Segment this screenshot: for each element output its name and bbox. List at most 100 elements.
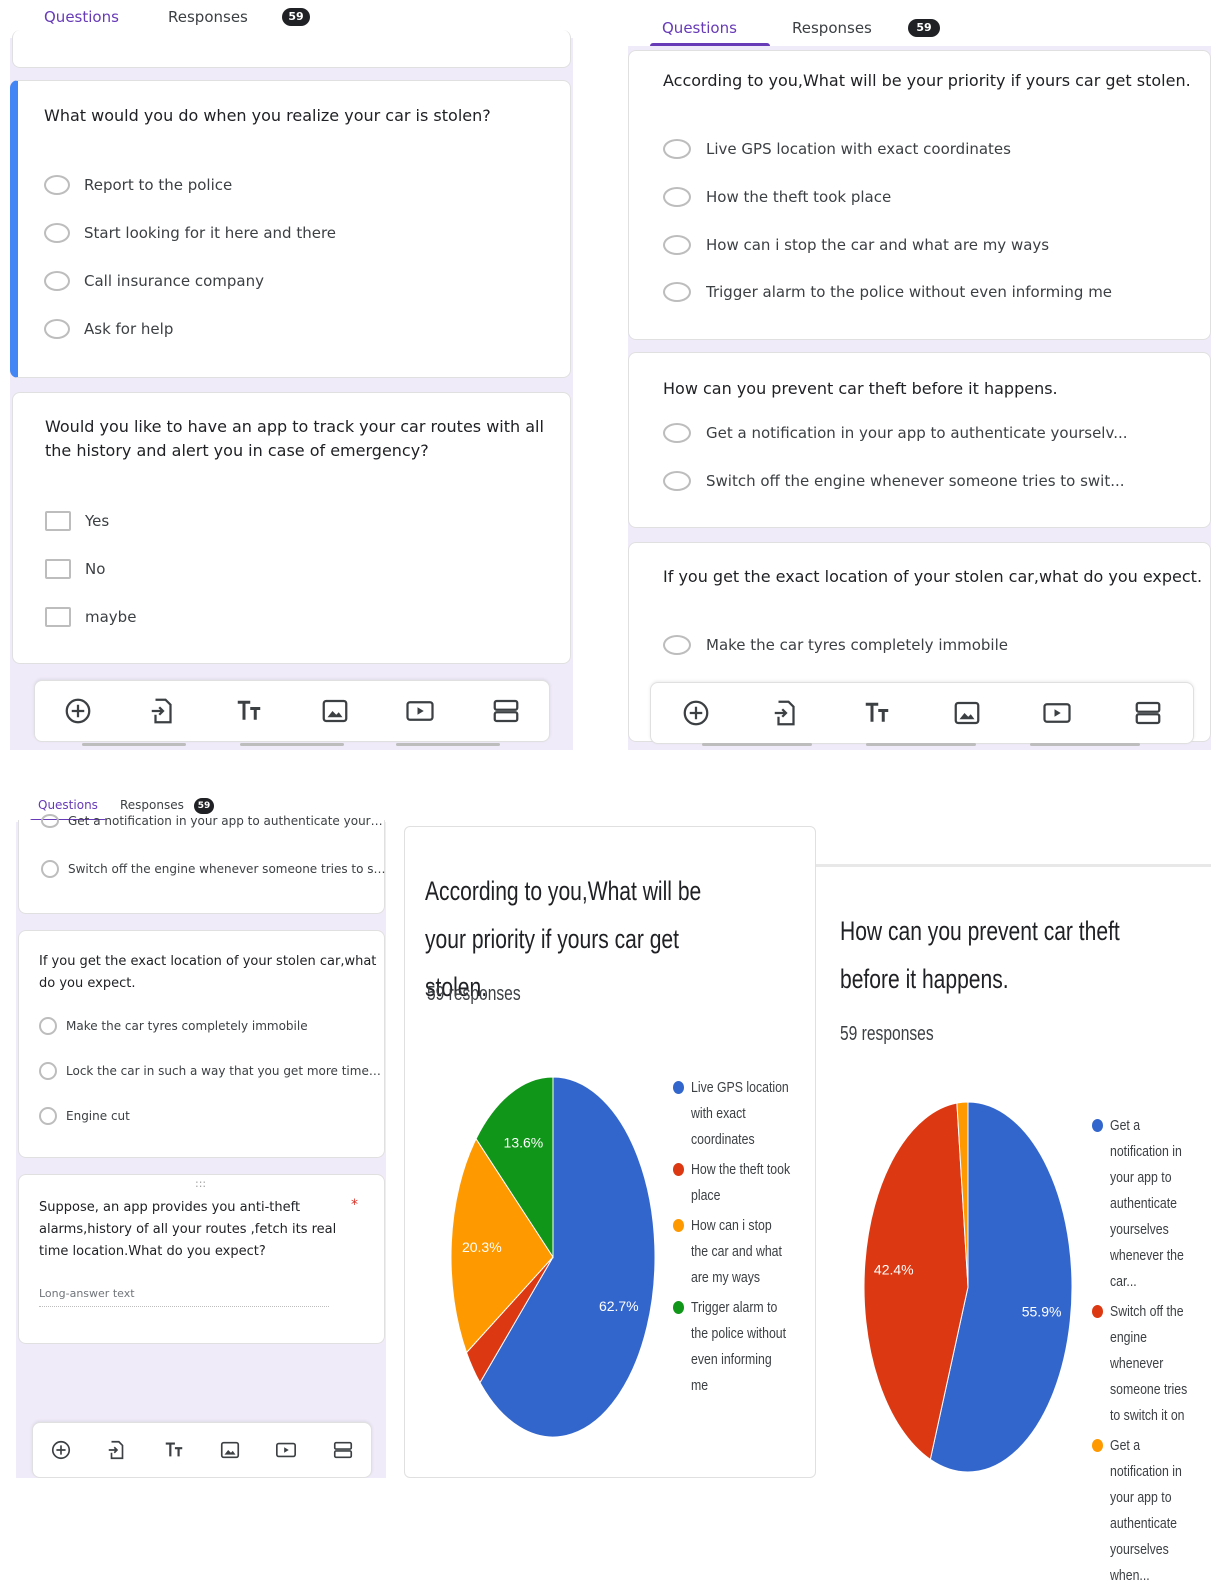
add-question-icon[interactable] — [63, 696, 93, 726]
responses-count-badge: 59 — [194, 798, 214, 814]
checkbox[interactable] — [45, 607, 71, 627]
question-card-prevent-partial[interactable]: Get a notification in your app to authen… — [18, 814, 386, 914]
import-questions-icon[interactable] — [771, 698, 801, 728]
form-editor-panel-2: Questions Responses 59 According to you,… — [628, 0, 1211, 750]
chart-subtitle: 59 responses — [840, 1023, 934, 1045]
radio-option[interactable]: Live GPS location with exact coordinates — [663, 139, 1011, 159]
radio-button[interactable] — [663, 282, 691, 302]
long-answer-placeholder[interactable]: Long-answer text — [39, 1287, 329, 1307]
radio-button[interactable] — [663, 139, 691, 159]
legend-swatch — [673, 1219, 684, 1232]
legend-item[interactable]: Live GPS location with exact coordinates — [673, 1075, 813, 1153]
radio-option[interactable]: Switch off the engine whenever someone t… — [41, 860, 386, 878]
radio-option[interactable]: Ask for help — [44, 319, 173, 339]
legend-label: Get a notification in your app to authen… — [1110, 1437, 1182, 1584]
import-questions-icon[interactable] — [148, 696, 178, 726]
question-card-priority[interactable]: According to you,What will be your prior… — [628, 50, 1211, 340]
question-card-anti-theft-app[interactable]: ::: Suppose, an app provides you anti-th… — [18, 1174, 385, 1344]
radio-button[interactable] — [44, 271, 70, 291]
radio-button[interactable] — [44, 175, 70, 195]
radio-option[interactable]: Get a notification in your app to authen… — [663, 423, 1128, 443]
radio-option[interactable]: Make the car tyres completely immobile — [663, 635, 1008, 655]
radio-option[interactable]: Report to the police — [44, 175, 232, 195]
drag-handle-icon[interactable]: ::: — [195, 1177, 206, 1190]
radio-button[interactable] — [663, 187, 691, 207]
chart-legend: Live GPS location with exact coordinates… — [673, 1075, 813, 1403]
add-image-icon[interactable] — [219, 1439, 241, 1461]
add-image-icon[interactable] — [320, 696, 350, 726]
tab-responses[interactable]: Responses — [168, 8, 248, 26]
add-title-icon[interactable] — [862, 698, 892, 728]
legend-item[interactable]: Get a notification in your app to authen… — [1092, 1433, 1210, 1589]
tab-responses[interactable]: Responses — [792, 19, 872, 37]
legend-item[interactable]: Get a notification in your app to authen… — [1092, 1113, 1210, 1295]
scroll-indicator — [82, 743, 186, 746]
legend-label: How can i stop the car and what are my w… — [691, 1217, 782, 1286]
previous-question-card — [12, 30, 571, 68]
radio-option[interactable]: Trigger alarm to the police without even… — [663, 282, 1112, 302]
radio-button[interactable] — [663, 423, 691, 443]
radio-option[interactable]: Call insurance company — [44, 271, 264, 291]
checkbox-option[interactable]: No — [45, 559, 105, 579]
radio-button[interactable] — [663, 471, 691, 491]
add-section-icon[interactable] — [1133, 698, 1163, 728]
add-question-icon[interactable] — [681, 698, 711, 728]
radio-option[interactable]: Lock the car in such a way that you get … — [39, 1062, 384, 1080]
radio-option[interactable]: Start looking for it here and there — [44, 223, 336, 243]
radio-option[interactable]: How the theft took place — [663, 187, 891, 207]
add-video-icon[interactable] — [275, 1439, 297, 1461]
radio-button[interactable] — [39, 1107, 57, 1125]
checkbox[interactable] — [45, 559, 71, 579]
add-title-icon[interactable] — [234, 696, 264, 726]
legend-swatch — [1092, 1305, 1103, 1318]
checkbox[interactable] — [45, 511, 71, 531]
legend-label: Get a notification in your app to authen… — [1110, 1117, 1184, 1290]
import-questions-icon[interactable] — [106, 1439, 128, 1461]
radio-button[interactable] — [663, 235, 691, 255]
bottom-toolbar — [650, 682, 1194, 744]
tab-questions[interactable]: Questions — [44, 8, 119, 26]
question-card-track-app[interactable]: Would you like to have an app to track y… — [12, 392, 571, 664]
checkbox-option[interactable]: Yes — [45, 511, 109, 531]
radio-button[interactable] — [41, 814, 59, 828]
slice-label: 55.9% — [1022, 1304, 1062, 1320]
add-section-icon[interactable] — [491, 696, 521, 726]
radio-option[interactable]: Switch off the engine whenever someone t… — [663, 471, 1125, 491]
radio-button[interactable] — [41, 860, 59, 878]
add-section-icon[interactable] — [332, 1439, 354, 1461]
legend-swatch — [673, 1301, 684, 1314]
add-question-icon[interactable] — [50, 1439, 72, 1461]
tab-responses[interactable]: Responses — [120, 798, 184, 812]
radio-button[interactable] — [663, 635, 691, 655]
radio-option[interactable]: Engine cut — [39, 1107, 130, 1125]
form-editor-panel-1: Questions Responses 59 What would you do… — [10, 0, 573, 750]
tab-questions[interactable]: Questions — [662, 19, 737, 37]
add-image-icon[interactable] — [952, 698, 982, 728]
radio-option[interactable]: Get a notification in your app to authen… — [41, 814, 386, 828]
add-title-icon[interactable] — [163, 1439, 185, 1461]
question-title: If you get the exact location of your st… — [663, 567, 1203, 586]
legend-item[interactable]: How the theft took place — [673, 1157, 813, 1209]
checkbox-option[interactable]: maybe — [45, 607, 136, 627]
legend-label: How the theft took place — [691, 1161, 791, 1204]
legend-item[interactable]: How can i stop the car and what are my w… — [673, 1213, 813, 1291]
question-card-prevent[interactable]: How can you prevent car theft before it … — [628, 352, 1211, 528]
question-card-car-stolen[interactable]: What would you do when you realize your … — [10, 80, 571, 378]
tab-questions[interactable]: Questions — [38, 798, 98, 812]
slice-label: 42.4% — [874, 1261, 914, 1277]
question-title: Would you like to have an app to track y… — [45, 417, 544, 460]
add-video-icon[interactable] — [405, 696, 435, 726]
add-video-icon[interactable] — [1042, 698, 1072, 728]
radio-button[interactable] — [44, 223, 70, 243]
radio-option[interactable]: Make the car tyres completely immobile — [39, 1017, 308, 1035]
radio-button[interactable] — [39, 1017, 57, 1035]
chart-legend: Get a notification in your app to authen… — [1092, 1113, 1210, 1593]
radio-option[interactable]: How can i stop the car and what are my w… — [663, 235, 1049, 255]
legend-item[interactable]: Trigger alarm to the police without even… — [673, 1295, 813, 1399]
question-card-exact-location[interactable]: If you get the exact location of your st… — [18, 930, 385, 1158]
radio-button[interactable] — [39, 1062, 57, 1080]
chart-subtitle: 59 responses — [427, 983, 521, 1005]
legend-item[interactable]: Switch off the engine whenever someone t… — [1092, 1299, 1210, 1429]
radio-button[interactable] — [44, 319, 70, 339]
scroll-indicator — [866, 743, 976, 746]
